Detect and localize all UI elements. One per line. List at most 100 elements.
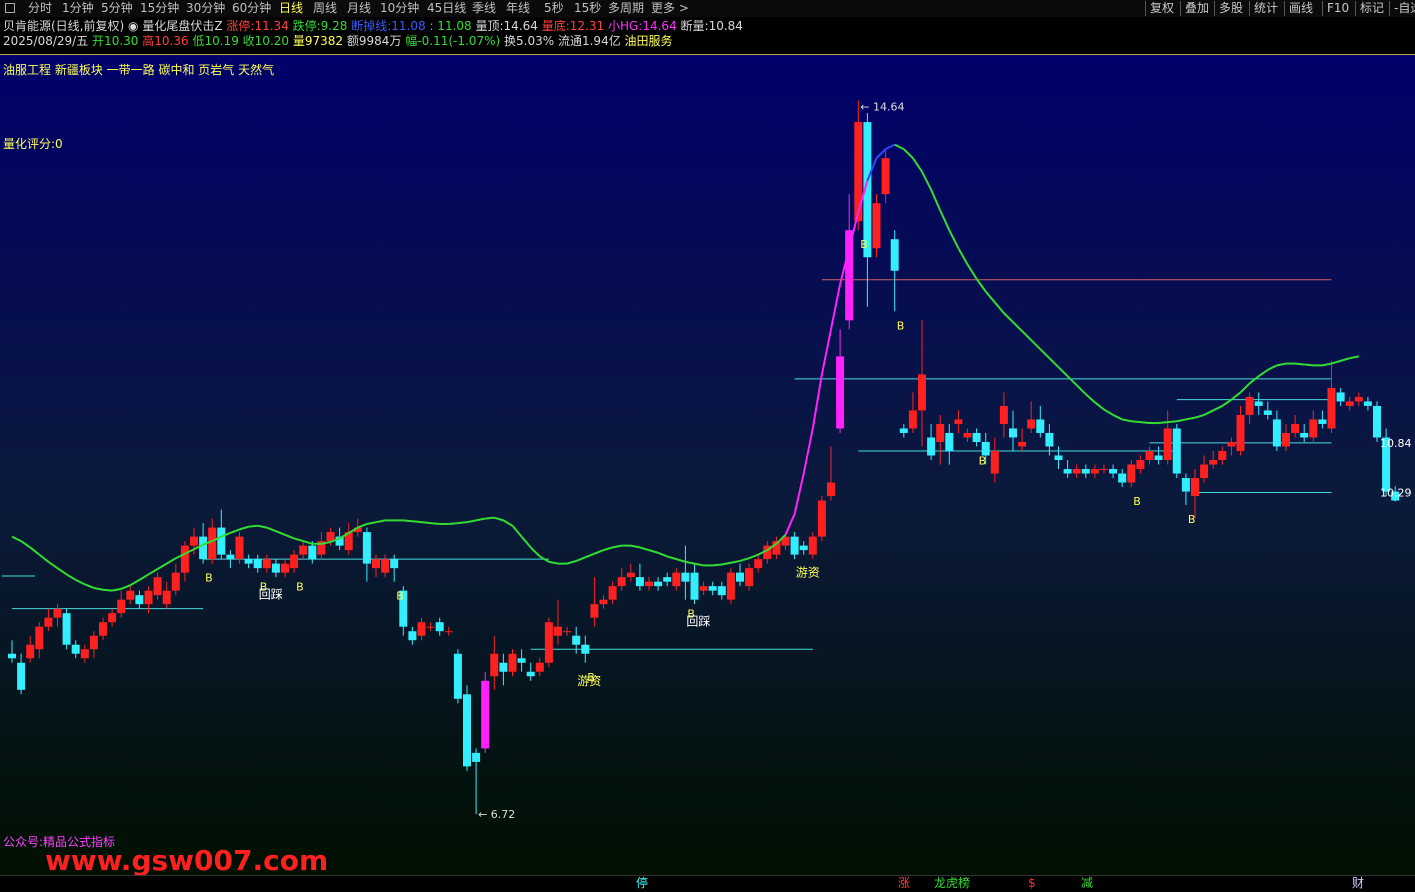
event-tag-5[interactable]: 财 xyxy=(1352,876,1364,891)
candle-body-44 xyxy=(408,631,417,641)
ma-seg-46 xyxy=(421,521,431,525)
high-price-label: ← 14.64 xyxy=(860,100,904,113)
candle-body-90 xyxy=(827,482,835,497)
candle-body-54 xyxy=(499,662,508,672)
candle-body-97 xyxy=(890,239,899,271)
dt-value: 9.28 xyxy=(320,19,348,33)
kline-chart[interactable]: BB BBBBBBBBB回踩回踩游资游资 ← 14.64← 6.7210.8410… xyxy=(0,54,1415,875)
candle-body-70 xyxy=(645,581,653,587)
period-tab-2[interactable]: 5分钟 xyxy=(101,0,133,17)
industry[interactable]: 油田服务 xyxy=(625,34,673,48)
period-tab-13[interactable]: 5秒 xyxy=(544,0,564,17)
period-tab-8[interactable]: 月线 xyxy=(347,0,371,17)
ma-seg-125 xyxy=(1140,421,1150,425)
candle-body-145 xyxy=(1327,387,1336,429)
signal-b-9: B xyxy=(1133,495,1141,508)
candle-body-39 xyxy=(362,532,371,564)
candle-body-77 xyxy=(708,586,717,591)
close-label: 收 xyxy=(242,34,255,48)
open-label: 开 xyxy=(92,34,105,48)
header-line-1: 贝肯能源(日线,前复权) ◉ 量化尾盘伏击Z 涨停:11.34 跌停:9.28 … xyxy=(3,18,743,34)
period-tab-3[interactable]: 15分钟 xyxy=(140,0,179,17)
candle-body-5 xyxy=(53,608,62,618)
ma-seg-142 xyxy=(1295,362,1305,366)
candle-body-130 xyxy=(1191,478,1199,497)
candle-body-99 xyxy=(908,410,917,429)
candle-body-103 xyxy=(945,432,954,451)
period-tab-1[interactable]: 1分钟 xyxy=(62,0,94,17)
candle-body-11 xyxy=(108,613,117,623)
toolbar-btn-0[interactable]: 复权 xyxy=(1150,0,1174,17)
bottom-event-bar: 停 涨 龙虎榜 $ 减 财 xyxy=(0,875,1415,892)
candle-body-61 xyxy=(563,631,572,633)
toolbar-btn-6[interactable]: 标记 xyxy=(1360,0,1384,17)
period-tab-14[interactable]: 15秒 xyxy=(574,0,601,17)
period-tab-4[interactable]: 30分钟 xyxy=(186,0,225,17)
ma-seg-45 xyxy=(412,520,422,524)
period-tab-9[interactable]: 10分钟 xyxy=(380,0,419,17)
event-tag-3[interactable]: $ xyxy=(1028,876,1036,891)
turn-value: 5.03% xyxy=(516,34,555,48)
toolbar-btn-4[interactable]: 画线 xyxy=(1289,0,1313,17)
toolbar-separator xyxy=(1180,1,1181,16)
event-tag-4[interactable]: 减 xyxy=(1081,876,1093,891)
candle-body-25 xyxy=(235,536,244,560)
period-tab-11[interactable]: 季线 xyxy=(472,0,496,17)
toolbar-btn-7[interactable]: -自选 xyxy=(1394,0,1415,17)
candle-body-33 xyxy=(308,545,317,560)
stock-name[interactable]: 贝肯能源(日线,前复权) xyxy=(3,19,124,33)
candle-body-87 xyxy=(799,545,808,551)
toolbar-btn-1[interactable]: 叠加 xyxy=(1185,0,1209,17)
candle-body-91 xyxy=(836,356,845,429)
period-toolbar: 分时 1分钟 5分钟 15分钟 30分钟 60分钟 日线 周线 月线 10分钟 45日线 季线 年线 5秒… xyxy=(0,0,1415,17)
chg-label: 幅 xyxy=(405,34,418,48)
ma-seg-124 xyxy=(1131,420,1141,424)
period-tab-15[interactable]: 多周期 xyxy=(608,0,644,17)
period-tab-0[interactable]: 分时 xyxy=(28,0,52,17)
candle-body-64 xyxy=(590,604,599,618)
candle-body-35 xyxy=(326,532,335,542)
jj-value: 11.08 xyxy=(391,19,426,33)
high-label: 高 xyxy=(142,34,155,48)
toolbar-btn-3[interactable]: 统计 xyxy=(1254,0,1278,17)
toolbar-btn-5[interactable]: F10 xyxy=(1327,0,1349,17)
candle-body-119 xyxy=(1090,469,1099,474)
period-tab-7[interactable]: 周线 xyxy=(313,0,337,17)
indicator-name[interactable]: 量化尾盘伏击Z xyxy=(142,19,222,33)
candle-body-63 xyxy=(581,644,590,654)
candle-body-14 xyxy=(135,595,144,605)
toolbar-separator xyxy=(1389,1,1390,16)
ma-seg-47 xyxy=(430,522,440,525)
ldi-value: 12.31 xyxy=(569,19,605,33)
ma-seg-143 xyxy=(1304,363,1314,367)
candle-body-126 xyxy=(1154,455,1163,460)
ma-seg-27 xyxy=(248,524,258,528)
period-tab-5[interactable]: 60分钟 xyxy=(232,0,271,17)
period-tab-16[interactable]: 更多 > xyxy=(651,0,689,17)
candle-body-9 xyxy=(89,635,98,650)
candle-body-136 xyxy=(1245,396,1254,415)
period-tab-10[interactable]: 45日线 xyxy=(427,0,466,17)
chart-background xyxy=(0,54,1415,875)
concept-tags: 油服工程 新疆板块 一带一路 碳中和 页岩气 天然气 xyxy=(3,62,274,77)
event-tag-0[interactable]: 停 xyxy=(636,876,648,891)
signal-b-0: B xyxy=(205,572,213,585)
event-tag-2[interactable]: 龙虎榜 xyxy=(934,876,970,891)
candle-body-68 xyxy=(626,572,635,578)
period-tab-6[interactable]: 日线 xyxy=(279,0,303,17)
indicator-circle-icon[interactable]: ◉ xyxy=(128,19,138,33)
window-icon[interactable] xyxy=(5,3,15,13)
candle-body-128 xyxy=(1172,428,1181,474)
candle-body-47 xyxy=(435,622,444,632)
event-tag-1[interactable]: 涨 xyxy=(898,876,910,891)
candle-body-15 xyxy=(144,590,153,605)
zt-value: 11.34 xyxy=(254,19,289,33)
candle-body-100 xyxy=(918,374,926,411)
candle-body-24 xyxy=(226,554,235,560)
toolbar-btn-2[interactable]: 多股 xyxy=(1219,0,1243,17)
candle-body-7 xyxy=(71,644,80,654)
period-tab-12[interactable]: 年线 xyxy=(506,0,530,17)
zt-label: 涨停: xyxy=(226,19,255,33)
jj-value2: : 11.08 xyxy=(429,19,472,33)
candle-body-110 xyxy=(1009,428,1017,438)
